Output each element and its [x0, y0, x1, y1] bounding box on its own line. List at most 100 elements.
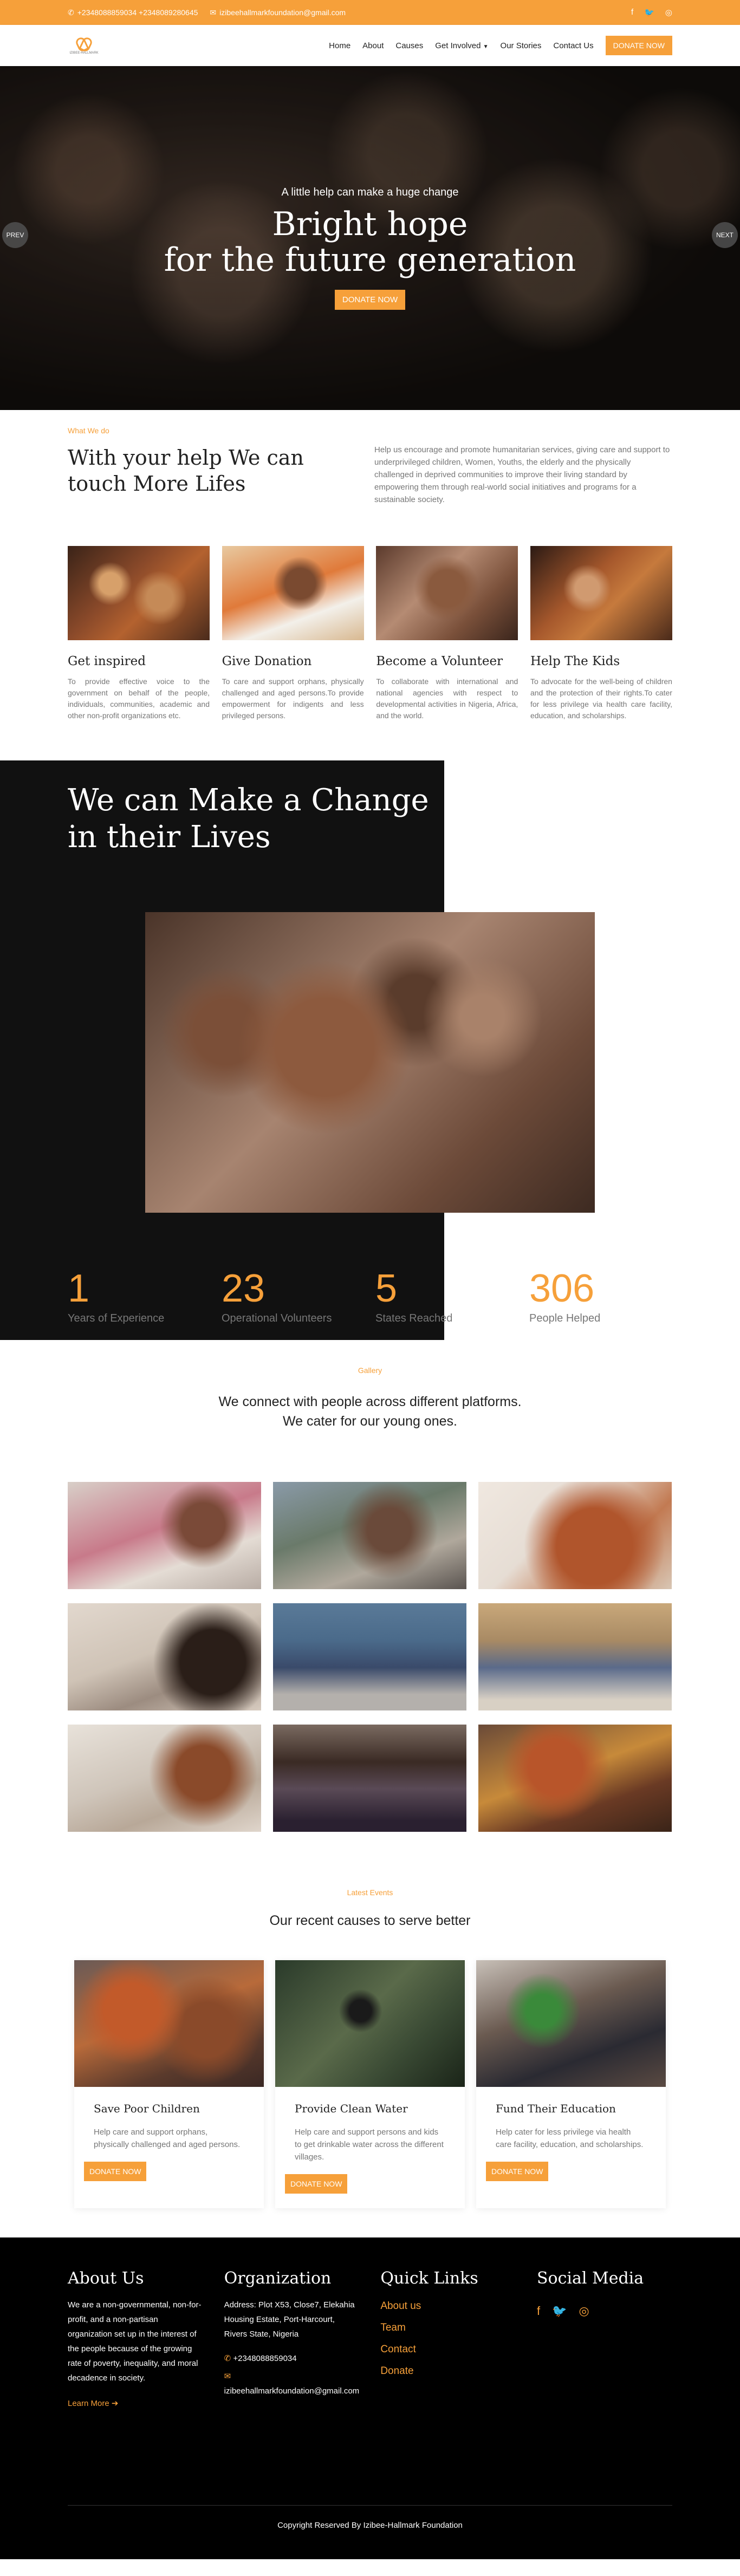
footer-link-donate[interactable]: Donate [380, 2360, 516, 2382]
what-eyebrow: What We do [68, 426, 109, 435]
instagram-icon[interactable]: ◎ [665, 8, 672, 17]
card-image [376, 546, 518, 640]
event-donate-button[interactable]: DONATE NOW [84, 2162, 147, 2181]
gallery-image[interactable] [273, 1603, 466, 1710]
what-title: With your help We can touch More Lifes [68, 446, 304, 496]
card-text: To provide effective voice to the govern… [68, 677, 210, 720]
footer-link-team[interactable]: Team [380, 2317, 516, 2339]
nav-causes[interactable]: Causes [395, 41, 423, 50]
change-photo [145, 912, 595, 1213]
facebook-icon[interactable]: f [537, 2304, 540, 2318]
main-nav: IZIBEE-HALLMARK Home About Causes Get In… [0, 25, 740, 66]
stat-people: 306 People Helped [529, 1267, 683, 1325]
phone-icon: ✆ [68, 8, 74, 17]
logo-mark-icon [75, 36, 93, 50]
gallery-image[interactable] [273, 1482, 466, 1589]
event-image [275, 1960, 465, 2087]
change-section: We can Make a Change in their Lives 1 Ye… [0, 760, 740, 1340]
footer-link-contact[interactable]: Contact [380, 2339, 516, 2360]
top-phone[interactable]: ✆ +2348088859034 +2348089280645 [68, 8, 198, 17]
gallery-subtitle: We connect with people across different … [0, 1392, 740, 1431]
event-title[interactable]: Save Poor Children [94, 2102, 264, 2115]
instagram-icon[interactable]: ◎ [579, 2304, 589, 2318]
card-get-inspired: Get inspired To provide effective voice … [68, 546, 210, 721]
event-text: Help care and support persons and kids t… [295, 2128, 444, 2162]
footer-about-text: We are a non-governmental, non-for-profi… [68, 2300, 202, 2383]
logo[interactable]: IZIBEE-HALLMARK [68, 36, 100, 55]
slider-prev-button[interactable]: PREV [2, 222, 28, 248]
event-donate-button[interactable]: DONATE NOW [285, 2174, 348, 2194]
card-title[interactable]: Give Donation [222, 654, 364, 668]
arrow-right-icon: ➔ [111, 2399, 119, 2408]
footer-address: Address: Plot X53, Close7, Elekahia Hous… [224, 2300, 355, 2339]
event-title[interactable]: Provide Clean Water [295, 2102, 465, 2115]
hero-kicker: A little help can make a huge change [281, 186, 459, 198]
footer-link-about[interactable]: About us [380, 2295, 516, 2317]
gallery-image[interactable] [478, 1603, 672, 1710]
event-image [74, 1960, 264, 2087]
gallery-image[interactable] [68, 1603, 261, 1710]
phone-icon: ✆ [224, 2354, 231, 2363]
top-bar: ✆ +2348088859034 +2348089280645 ✉ izibeeha… [0, 0, 740, 25]
slider-next-button[interactable]: NEXT [712, 222, 738, 248]
copyright: Copyright Reserved By Izibee-Hallmark Fo… [68, 2505, 672, 2530]
card-image [530, 546, 672, 640]
nav-get-involved[interactable]: Get Involved ▼ [435, 41, 488, 50]
stat-number: 23 [222, 1267, 265, 1310]
nav-contact-us[interactable]: Contact Us [553, 41, 593, 50]
footer-social-title: Social Media [536, 2269, 644, 2288]
event-card: Save Poor Children Help care and support… [74, 1960, 264, 2208]
mail-icon: ✉ [210, 8, 217, 17]
footer-organization: Organization Address: Plot X53, Close7, … [224, 2269, 360, 2409]
card-title[interactable]: Become a Volunteer [376, 654, 518, 668]
card-title[interactable]: Get inspired [68, 654, 210, 668]
top-email[interactable]: ✉ izibeehallmarkfoundation@gmail.com [210, 8, 346, 17]
card-image [222, 546, 364, 640]
event-image [476, 1960, 666, 2087]
change-title: We can Make a Change in their Lives [68, 782, 429, 856]
nav-get-involved-label: Get Involved [435, 41, 481, 50]
event-card: Fund Their Education Help cater for less… [476, 1960, 666, 2208]
nav-home[interactable]: Home [329, 41, 350, 50]
gallery-image[interactable] [478, 1725, 672, 1832]
nav-about[interactable]: About [362, 41, 384, 50]
chevron-down-icon: ▼ [483, 43, 489, 50]
events-section: Latest Events Our recent causes to serve… [0, 1832, 740, 2208]
hero-donate-button[interactable]: DONATE NOW [334, 290, 406, 310]
logo-text: IZIBEE-HALLMARK [69, 51, 99, 55]
twitter-icon[interactable]: 🐦 [552, 2304, 567, 2318]
gallery-image[interactable] [68, 1725, 261, 1832]
footer-about: About Us We are a non-governmental, non-… [68, 2269, 203, 2409]
card-text: To care and support orphans, physically … [222, 677, 364, 720]
learn-more-link[interactable]: Learn More ➔ [68, 2398, 118, 2408]
stat-number: 1 [68, 1267, 90, 1310]
event-title[interactable]: Fund Their Education [496, 2102, 666, 2115]
twitter-icon[interactable]: 🐦 [644, 8, 654, 17]
stat-number: 306 [529, 1267, 595, 1310]
card-text: To advocate for the well-being of childr… [530, 677, 672, 720]
hero-title-line2: for the future generation [164, 241, 576, 279]
stat-states: 5 States Reached [375, 1267, 529, 1325]
nav-our-stories[interactable]: Our Stories [501, 41, 542, 50]
learn-more-label: Learn More [68, 2399, 109, 2408]
events-subtitle: Our recent causes to serve better [269, 1913, 471, 1928]
gallery-image[interactable] [478, 1482, 672, 1589]
stats-row: 1 Years of Experience 23 Operational Vol… [68, 1267, 683, 1325]
footer-email[interactable]: ✉ izibeehallmarkfoundation@gmail.com [224, 2369, 360, 2398]
gallery-image[interactable] [68, 1482, 261, 1589]
top-phone-text: +2348088859034 +2348089280645 [77, 8, 198, 17]
change-title-line1: We can Make a Change [68, 783, 429, 818]
gallery-line1: We connect with people across different … [218, 1394, 522, 1409]
stat-label: People Helped [529, 1312, 601, 1324]
hero-title-line1: Bright hope [272, 205, 468, 243]
what-description: Help us encourage and promote humanitari… [374, 445, 670, 504]
event-donate-button[interactable]: DONATE NOW [486, 2162, 549, 2181]
gallery-image[interactable] [273, 1725, 466, 1832]
stat-number: 5 [375, 1267, 398, 1310]
facebook-icon[interactable]: f [631, 8, 633, 17]
nav-donate-button[interactable]: DONATE NOW [605, 36, 672, 55]
card-title[interactable]: Help The Kids [530, 654, 672, 668]
stat-volunteers: 23 Operational Volunteers [222, 1267, 375, 1325]
card-become-volunteer: Become a Volunteer To collaborate with i… [376, 546, 518, 721]
footer-phone[interactable]: ✆ +2348088859034 [224, 2351, 360, 2366]
